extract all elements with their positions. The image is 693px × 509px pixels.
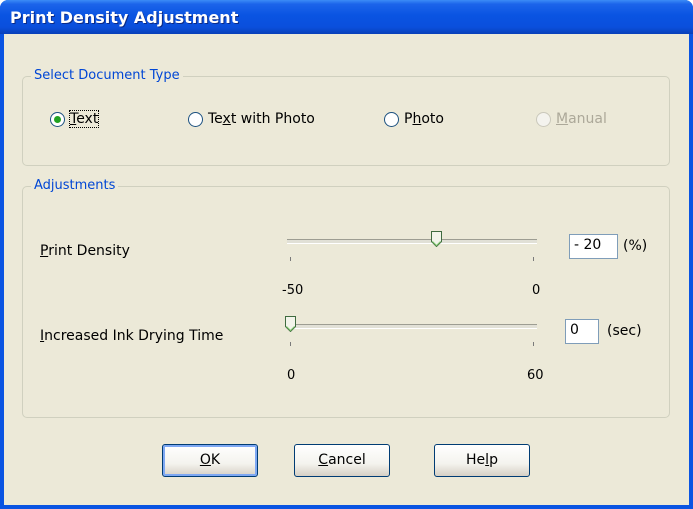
drying-time-min-label: 0 bbox=[287, 368, 296, 383]
cancel-button[interactable]: Cancel bbox=[294, 444, 390, 477]
radio-text-with-photo-label: Text with Photo bbox=[208, 111, 315, 127]
dialog-title: Print Density Adjustment bbox=[10, 8, 239, 27]
print-density-min-label: -50 bbox=[282, 283, 304, 298]
print-density-thumb[interactable] bbox=[430, 231, 442, 247]
radio-photo-label: Photo bbox=[404, 111, 444, 127]
slider-tick bbox=[533, 257, 534, 261]
adjustments-legend: Adjustments bbox=[31, 178, 119, 193]
radio-text-with-photo[interactable]: Text with Photo bbox=[188, 111, 315, 127]
dialog-client-area: Select Document Type Text Text with Phot… bbox=[4, 34, 689, 505]
title-bar[interactable]: Print Density Adjustment bbox=[0, 0, 693, 34]
drying-time-track[interactable] bbox=[287, 324, 537, 329]
print-density-unit: (%) bbox=[623, 238, 648, 254]
drying-time-label: Increased Ink Drying Time bbox=[40, 328, 224, 344]
print-density-max-label: 0 bbox=[532, 283, 541, 298]
radio-photo[interactable]: Photo bbox=[384, 111, 444, 127]
slider-tick bbox=[290, 257, 291, 261]
radio-text-label: Text bbox=[68, 110, 100, 128]
print-density-label: Print Density bbox=[40, 243, 130, 259]
dialog-window: Print Density Adjustment Select Document… bbox=[0, 0, 693, 509]
document-type-legend: Select Document Type bbox=[31, 68, 183, 83]
radio-text-with-photo-circle[interactable] bbox=[188, 111, 203, 127]
radio-manual: Manual bbox=[536, 111, 607, 127]
help-button[interactable]: Help bbox=[434, 444, 530, 477]
drying-time-value-field[interactable]: 0 bbox=[565, 319, 599, 344]
print-density-track[interactable] bbox=[287, 239, 537, 244]
radio-text-circle[interactable] bbox=[50, 111, 65, 127]
radio-manual-label: Manual bbox=[556, 111, 607, 127]
slider-tick bbox=[533, 342, 534, 346]
radio-manual-circle bbox=[536, 111, 551, 127]
radio-text[interactable]: Text bbox=[50, 110, 100, 128]
drying-time-thumb[interactable] bbox=[284, 316, 296, 332]
ok-button[interactable]: OK bbox=[162, 444, 258, 477]
drying-time-unit: (sec) bbox=[607, 323, 642, 339]
print-density-value-field[interactable]: - 20 bbox=[569, 234, 618, 259]
radio-selected-dot bbox=[54, 115, 61, 123]
document-type-group: Select Document Type Text Text with Phot… bbox=[22, 68, 670, 166]
radio-photo-circle[interactable] bbox=[384, 111, 399, 127]
adjustments-group: Adjustments Print Density -50 0 - 20 (%)… bbox=[22, 178, 670, 418]
drying-time-max-label: 60 bbox=[527, 368, 544, 383]
slider-tick bbox=[290, 342, 291, 346]
